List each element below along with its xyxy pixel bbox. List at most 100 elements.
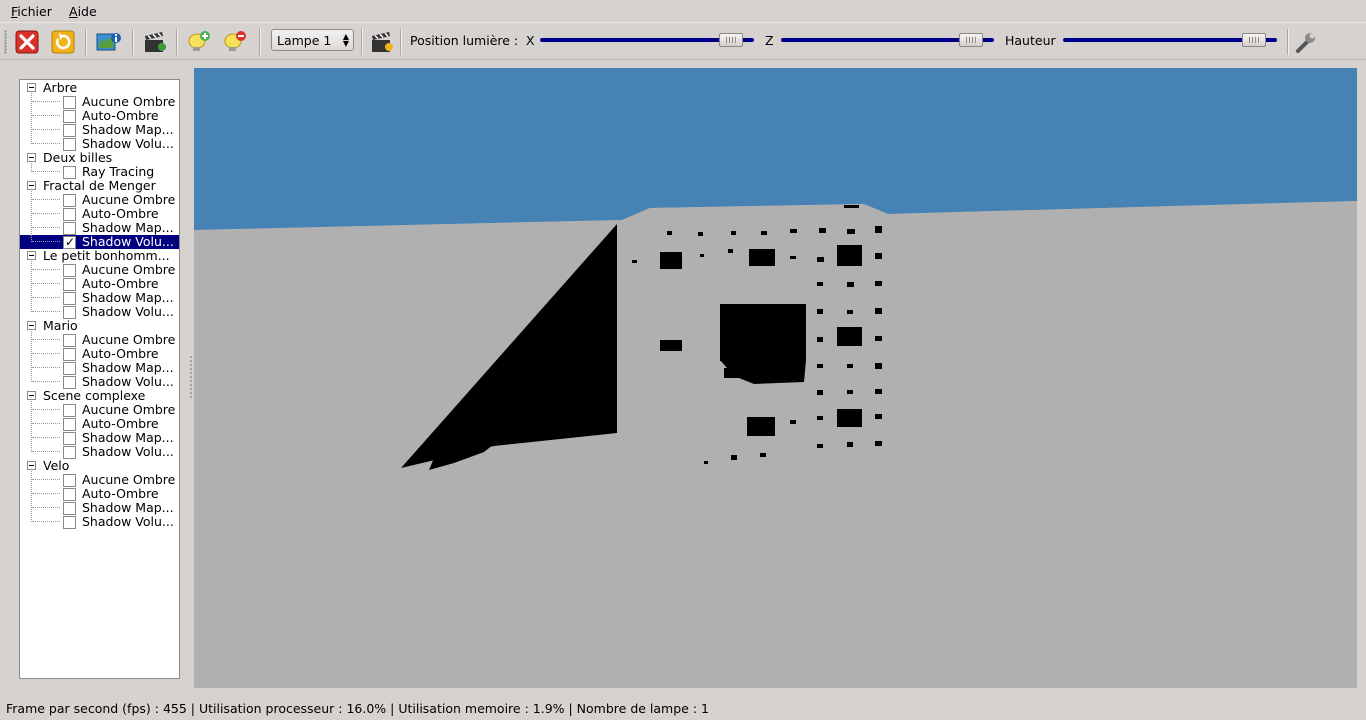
tree-item[interactable]: Auto-Ombre xyxy=(20,417,179,431)
tree-item[interactable]: Auto-Ombre xyxy=(20,487,179,501)
close-scene-button[interactable] xyxy=(14,29,40,55)
tree-item-label: Aucune Ombre xyxy=(82,332,176,347)
light-render-button[interactable] xyxy=(369,29,395,55)
tree-connector xyxy=(31,331,32,382)
tree-collapse-icon[interactable] xyxy=(27,461,36,470)
tree-group[interactable]: Fractal de Menger xyxy=(20,179,179,193)
tree-group[interactable]: Le petit bonhomm... xyxy=(20,249,179,263)
checkbox[interactable] xyxy=(63,334,76,347)
x-slider[interactable] xyxy=(540,33,754,47)
status-text: Frame par second (fps) : 455 | Utilisati… xyxy=(6,701,709,716)
panel-splitter[interactable] xyxy=(189,355,193,400)
checkbox[interactable] xyxy=(63,208,76,221)
tree-item[interactable]: Aucune Ombre xyxy=(20,263,179,277)
checkbox[interactable] xyxy=(63,404,76,417)
checkbox[interactable] xyxy=(63,124,76,137)
height-slider-handle[interactable] xyxy=(1242,33,1266,47)
z-slider-handle[interactable] xyxy=(959,33,983,47)
tree-item-label: Shadow Volu... xyxy=(82,234,174,249)
tree-item[interactable]: Ray Tracing xyxy=(20,165,179,179)
checkbox[interactable] xyxy=(63,348,76,361)
tree-connector xyxy=(32,339,60,340)
tree-item[interactable]: Shadow Map... xyxy=(20,221,179,235)
checkbox[interactable] xyxy=(63,96,76,109)
height-slider[interactable] xyxy=(1063,33,1277,47)
checkbox[interactable] xyxy=(63,502,76,515)
tree-item[interactable]: Shadow Volu... xyxy=(20,515,179,529)
tree-collapse-icon[interactable] xyxy=(27,83,36,92)
settings-button[interactable] xyxy=(1293,29,1319,55)
menu-aide[interactable]: Aide xyxy=(69,4,97,19)
scene-tree[interactable]: Arbre Aucune Ombre Auto-Ombre Shadow Map...… xyxy=(19,79,180,679)
tree-item[interactable]: Aucune Ombre xyxy=(20,193,179,207)
checkbox[interactable] xyxy=(63,418,76,431)
tree-item[interactable]: Auto-Ombre xyxy=(20,347,179,361)
tree-item[interactable]: Shadow Volu... xyxy=(20,375,179,389)
tree-item-label: Aucune Ombre xyxy=(82,192,176,207)
tree-collapse-icon[interactable] xyxy=(27,153,36,162)
checkbox[interactable] xyxy=(63,110,76,123)
tree-item[interactable]: Auto-Ombre xyxy=(20,207,179,221)
tree-item-label: Ray Tracing xyxy=(82,164,155,179)
render-viewport[interactable] xyxy=(194,68,1357,688)
height-slider-label: Hauteur xyxy=(1005,33,1056,48)
tree-item-label: Shadow Volu... xyxy=(82,444,174,459)
checkbox[interactable] xyxy=(63,222,76,235)
checkbox[interactable] xyxy=(63,516,76,529)
tree-item-label: Shadow Map... xyxy=(82,220,174,235)
reload-button[interactable] xyxy=(50,29,76,55)
tree-item[interactable]: Shadow Volu... xyxy=(20,235,179,249)
tree-item[interactable]: Shadow Map... xyxy=(20,123,179,137)
menu-fichier[interactable]: Fichier xyxy=(11,4,52,19)
tree-item-label: Aucune Ombre xyxy=(82,402,176,417)
remove-light-button[interactable] xyxy=(222,29,248,55)
tree-collapse-icon[interactable] xyxy=(27,181,36,190)
x-slider-handle[interactable] xyxy=(719,33,743,47)
tree-group[interactable]: Velo xyxy=(20,459,179,473)
checkbox[interactable] xyxy=(63,432,76,445)
tree-group[interactable]: Deux billes xyxy=(20,151,179,165)
render-scene-button[interactable] xyxy=(142,29,168,55)
tree-item[interactable]: Shadow Volu... xyxy=(20,305,179,319)
render-clapper-icon xyxy=(145,32,166,52)
lamp-select-value: Lampe 1 xyxy=(277,33,332,48)
tree-item[interactable]: Shadow Map... xyxy=(20,431,179,445)
tree-group[interactable]: Scene complexe xyxy=(20,389,179,403)
toolbar-separator xyxy=(132,29,134,55)
tree-collapse-icon[interactable] xyxy=(27,251,36,260)
toolbar-grip[interactable] xyxy=(4,30,7,54)
checkbox[interactable] xyxy=(63,278,76,291)
checkbox[interactable] xyxy=(63,362,76,375)
menu-aide-label: ide xyxy=(77,4,97,19)
tree-collapse-icon[interactable] xyxy=(27,391,36,400)
tree-group[interactable]: Mario xyxy=(20,319,179,333)
checkbox[interactable] xyxy=(63,488,76,501)
tree-item[interactable]: Aucune Ombre xyxy=(20,403,179,417)
tree-group-label: Scene complexe xyxy=(43,388,146,403)
tree-item[interactable]: Aucune Ombre xyxy=(20,333,179,347)
scene-info-button[interactable] xyxy=(96,29,122,55)
tree-item[interactable]: Shadow Map... xyxy=(20,361,179,375)
tree-item[interactable]: Auto-Ombre xyxy=(20,277,179,291)
tree-collapse-icon[interactable] xyxy=(27,321,36,330)
tree-item[interactable]: Aucune Ombre xyxy=(20,473,179,487)
checkbox[interactable] xyxy=(63,194,76,207)
z-slider[interactable] xyxy=(781,33,994,47)
lamp-select[interactable]: Lampe 1 ▲ ▼ xyxy=(271,29,354,51)
tree-group-label: Mario xyxy=(43,318,78,333)
tree-item[interactable]: Auto-Ombre xyxy=(20,109,179,123)
tree-item[interactable]: Shadow Map... xyxy=(20,501,179,515)
settings-wrench-icon xyxy=(1296,33,1315,53)
tree-item[interactable]: Aucune Ombre xyxy=(20,95,179,109)
tree-item-label: Shadow Volu... xyxy=(82,514,174,529)
tree-group[interactable]: Arbre xyxy=(20,81,179,95)
checkbox[interactable] xyxy=(63,264,76,277)
checkbox[interactable] xyxy=(63,292,76,305)
tree-item[interactable]: Shadow Volu... xyxy=(20,137,179,151)
ground xyxy=(194,201,1357,688)
tree-item-label: Shadow Volu... xyxy=(82,304,174,319)
add-light-button[interactable] xyxy=(186,29,212,55)
tree-item[interactable]: Shadow Map... xyxy=(20,291,179,305)
checkbox[interactable] xyxy=(63,474,76,487)
tree-item[interactable]: Shadow Volu... xyxy=(20,445,179,459)
